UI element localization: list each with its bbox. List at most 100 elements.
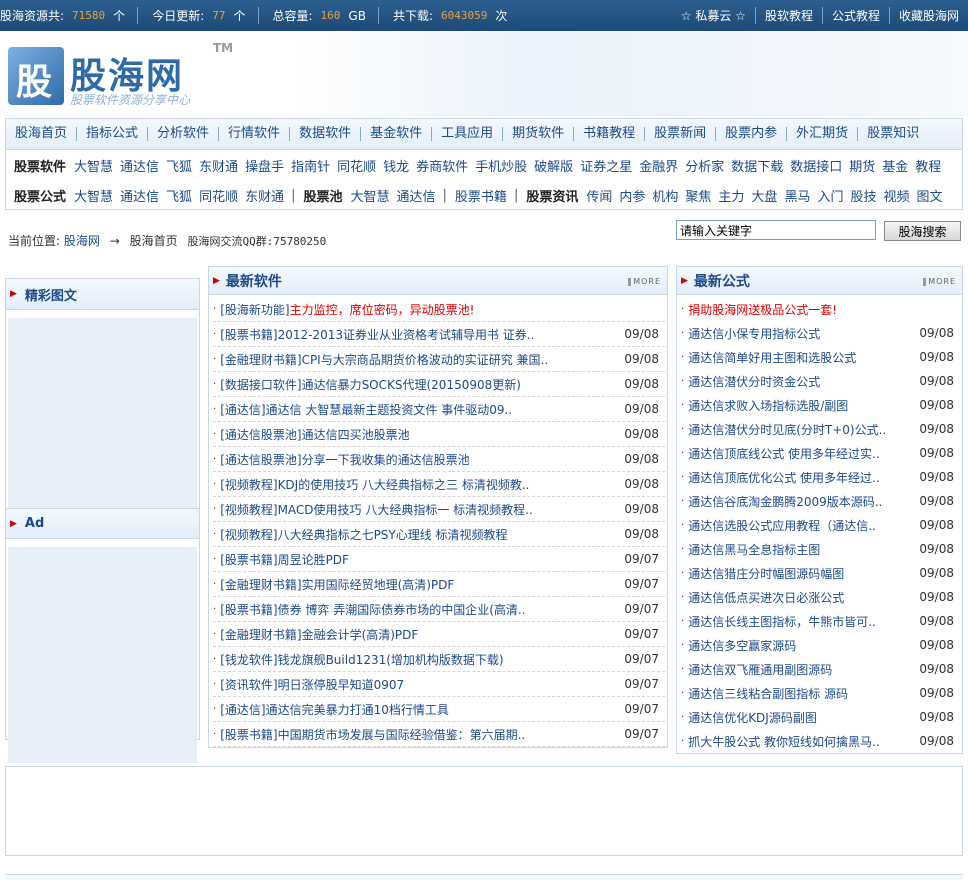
item-category[interactable]: [股海新功能] <box>220 301 289 318</box>
subnav-link[interactable]: 操盘手 <box>245 156 284 175</box>
top-link[interactable]: 股软教程 <box>754 7 822 24</box>
subnav-link[interactable]: 通达信 <box>120 156 159 175</box>
list-item[interactable]: · 通达信潜伏分时见底(分时T+0)公式.. 09/08 <box>681 417 960 441</box>
list-item[interactable]: · [视频教程] KDJ的使用技巧 八大经典指标之三 标清视频教.. 09/08 <box>213 472 665 497</box>
item-category[interactable]: [股票书籍] <box>220 326 277 343</box>
item-title[interactable]: 通达信猎庄分时幅图源码幅图 <box>688 565 844 582</box>
subnav-link[interactable]: 大智慧 <box>74 156 113 175</box>
item-category[interactable]: [金融理财书籍] <box>220 351 301 368</box>
item-title[interactable]: 主力监控，席位密码，异动股票池! <box>290 301 475 318</box>
list-item[interactable]: · 通达信选股公式应用教程（通达信.. 09/08 <box>681 513 960 537</box>
list-item[interactable]: · [股票书籍] 2012-2013证券业从业资格考试辅导用书 证券.. 09/08 <box>213 322 665 347</box>
subnav-link[interactable]: 视频 <box>883 186 909 205</box>
list-item[interactable]: · 通达信求败入场指标选股/副图 09/08 <box>681 393 960 417</box>
nav-item[interactable]: 股票新闻 <box>644 127 715 141</box>
item-category[interactable]: [金融理财书籍] <box>220 626 301 643</box>
list-item[interactable]: · 通达信顶底优化公式 使用多年经过.. 09/08 <box>681 465 960 489</box>
item-title[interactable]: 中国期货市场发展与国际经验借鉴：第六届期.. <box>278 726 526 743</box>
list-item[interactable]: · [金融理财书籍] CPI与大宗商品期货价格波动的实证研究 兼国.. 09/08 <box>213 347 665 372</box>
subnav-link[interactable]: 入门 <box>817 186 843 205</box>
list-item[interactable]: · [通达信] 通达信 大智慧最新主题投资文件 事件驱动09.. 09/08 <box>213 397 665 422</box>
item-title[interactable]: KDJ的使用技巧 八大经典指标之三 标清视频教.. <box>278 476 530 493</box>
subnav-link[interactable]: 股票书籍 <box>455 186 507 205</box>
subnav-link[interactable]: 机构 <box>652 186 678 205</box>
item-title[interactable]: 通达信双飞雁通用副图源码 <box>688 661 832 678</box>
list-item[interactable]: · 通达信多空赢家源码 09/08 <box>681 633 960 657</box>
list-item[interactable]: · 抓大牛股公式 教你短线如何擒黑马.. 09/08 <box>681 729 960 753</box>
item-title[interactable]: 明日涨停股早知道0907 <box>278 676 405 693</box>
item-title[interactable]: 债券 博弈 弄潮国际债券市场的中国企业(高清.. <box>278 601 526 618</box>
list-item[interactable]: · [资讯软件] 明日涨停股早知道0907 09/07 <box>213 672 665 697</box>
nav-item[interactable]: 股票内参 <box>715 127 786 141</box>
top-link[interactable]: 收藏股海网 <box>888 7 968 24</box>
item-title[interactable]: 通达信小保专用指标公式 <box>688 325 820 342</box>
list-item[interactable]: · [金融理财书籍] 金融会计学(高清)PDF 09/07 <box>213 622 665 647</box>
list-item[interactable]: · 通达信猎庄分时幅图源码幅图 09/08 <box>681 561 960 585</box>
list-item[interactable]: · [通达信股票池] 通达信四买池股票池 09/08 <box>213 422 665 447</box>
list-item[interactable]: · [视频教程] 八大经典指标之七PSY心理线 标清视频教程 09/08 <box>213 522 665 547</box>
subnav-link[interactable]: 期货 <box>849 156 875 175</box>
subnav-link[interactable]: 券商软件 <box>416 156 468 175</box>
item-category[interactable]: [股票书籍] <box>220 601 277 618</box>
item-category[interactable]: [资讯软件] <box>220 676 277 693</box>
item-category[interactable]: [通达信] <box>220 701 265 718</box>
subnav-link[interactable]: 传闻 <box>586 186 612 205</box>
subnav-link[interactable]: 手机炒股 <box>475 156 527 175</box>
breadcrumb-site-link[interactable]: 股海网 <box>64 234 100 248</box>
item-title[interactable]: 通达信完美暴力打通10档行情工具 <box>266 701 449 718</box>
nav-item[interactable]: 工具应用 <box>431 127 502 141</box>
subnav-link[interactable]: 东财通 <box>245 186 284 205</box>
item-title[interactable]: 通达信选股公式应用教程（通达信.. <box>688 517 876 534</box>
nav-item[interactable]: 数据软件 <box>289 127 360 141</box>
subnav-link[interactable]: 数据接口 <box>790 156 842 175</box>
item-title[interactable]: 通达信黑马全息指标主图 <box>688 541 820 558</box>
subnav-link[interactable]: 飞狐 <box>166 156 192 175</box>
nav-item[interactable]: 指标公式 <box>76 127 147 141</box>
list-item[interactable]: · [钱龙软件] 钱龙旗舰Build1231(增加机构版数据下载) 09/07 <box>213 647 665 672</box>
subnav-link[interactable]: 主力 <box>718 186 744 205</box>
item-title[interactable]: 通达信暴力SOCKS代理(20150908更新) <box>302 376 521 393</box>
list-item[interactable]: · 通达信优化KDJ源码副图 09/08 <box>681 705 960 729</box>
item-category[interactable]: [视频教程] <box>220 526 277 543</box>
item-category[interactable]: [视频教程] <box>220 501 277 518</box>
nav-item[interactable]: 股海首页 <box>6 127 76 141</box>
subnav-link[interactable]: 钱龙 <box>383 156 409 175</box>
item-category[interactable]: [股票书籍] <box>220 551 277 568</box>
subnav-link[interactable]: 图文 <box>917 186 943 205</box>
item-title[interactable]: 通达信多空赢家源码 <box>688 637 796 654</box>
subnav-link[interactable]: 金融界 <box>639 156 678 175</box>
subnav-link[interactable]: 教程 <box>915 156 941 175</box>
item-category[interactable]: [钱龙软件] <box>220 651 277 668</box>
subnav-link[interactable]: 通达信 <box>120 186 159 205</box>
item-category[interactable]: [通达信] <box>220 401 265 418</box>
item-title[interactable]: 分享一下我收集的通达信股票池 <box>302 451 470 468</box>
subnav-link[interactable]: 同花顺 <box>337 156 376 175</box>
subnav-category[interactable]: 股票池 <box>303 186 342 205</box>
subnav-category[interactable]: 股票公式 <box>14 186 66 205</box>
list-item[interactable]: · [股海新功能] 主力监控，席位密码，异动股票池! <box>213 297 665 322</box>
site-logo[interactable]: 股海网 TM 股票软件资源分享中心 <box>8 41 243 112</box>
subnav-link[interactable]: 大智慧 <box>74 186 113 205</box>
list-item[interactable]: · [金融理财书籍] 实用国际经贸地理(高清)PDF 09/07 <box>213 572 665 597</box>
subnav-link[interactable]: 数据下载 <box>731 156 783 175</box>
item-title[interactable]: MACD使用技巧 八大经典指标一 标清视频教程.. <box>278 501 533 518</box>
nav-item[interactable]: 书籍教程 <box>573 127 644 141</box>
subnav-link[interactable]: 飞狐 <box>166 186 192 205</box>
list-item[interactable]: · [股票书籍] 周昱论胜PDF 09/07 <box>213 547 665 572</box>
list-item[interactable]: · 通达信顶底线公式 使用多年经过实.. 09/08 <box>681 441 960 465</box>
item-category[interactable]: [股票书籍] <box>220 726 277 743</box>
subnav-category[interactable]: 股票软件 <box>14 156 66 175</box>
item-title[interactable]: 实用国际经贸地理(高清)PDF <box>302 576 455 593</box>
item-title[interactable]: 通达信潜伏分时资金公式 <box>688 373 820 390</box>
item-title[interactable]: 通达信优化KDJ源码副图 <box>688 709 817 726</box>
subnav-link[interactable]: 基金 <box>882 156 908 175</box>
subnav-link[interactable]: 分析家 <box>685 156 724 175</box>
list-item[interactable]: · 通达信潜伏分时资金公式 09/08 <box>681 369 960 393</box>
item-category[interactable]: [通达信股票池] <box>220 426 301 443</box>
list-item[interactable]: · [通达信] 通达信完美暴力打通10档行情工具 09/07 <box>213 697 665 722</box>
top-link[interactable]: ☆ 私募云 ☆ <box>672 7 755 24</box>
item-title[interactable]: 捐助股海网送极品公式一套! <box>688 301 837 318</box>
item-category[interactable]: [通达信股票池] <box>220 451 301 468</box>
list-item[interactable]: · 通达信简单好用主图和选股公式 09/08 <box>681 345 960 369</box>
item-title[interactable]: 通达信三线粘合副图指标 源码 <box>688 685 848 702</box>
